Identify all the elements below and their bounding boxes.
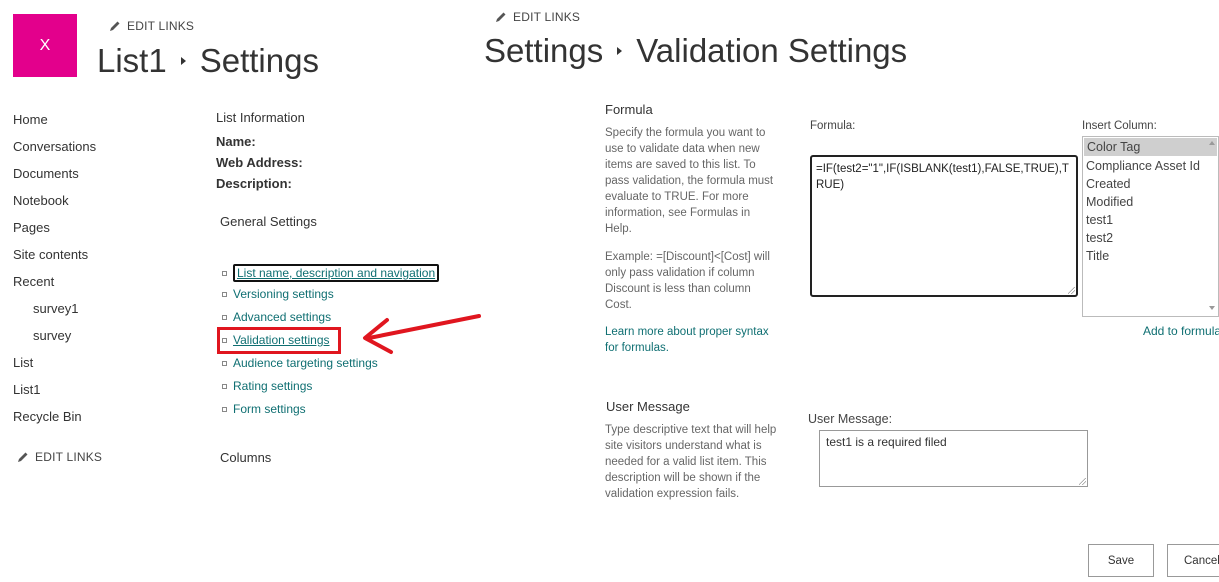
column-option-created[interactable]: Created (1083, 175, 1218, 193)
edit-links-nav[interactable]: EDIT LINKS (17, 450, 102, 464)
link-form-label[interactable]: Form settings (233, 402, 306, 416)
page-title-right: Settings Validation Settings (484, 32, 907, 70)
name-label: Name: (216, 134, 256, 149)
pencil-icon (496, 12, 506, 22)
user-message-field-label: User Message: (808, 412, 893, 426)
bullet-icon (222, 270, 227, 276)
column-option-color-tag[interactable]: Color Tag (1084, 138, 1217, 156)
user-message-description: Type descriptive text that will help sit… (605, 424, 777, 500)
column-option-compliance-asset-id[interactable]: Compliance Asset Id (1083, 157, 1218, 175)
page-title-left: List1 Settings (97, 42, 319, 80)
column-option-test2[interactable]: test2 (1083, 229, 1218, 247)
bullet-icon (222, 406, 227, 412)
edit-links-header-right[interactable]: EDIT LINKS (495, 10, 580, 24)
link-form-settings[interactable]: Form settings (222, 402, 306, 416)
edit-links-label: EDIT LINKS (513, 10, 581, 24)
site-logo[interactable]: X (13, 14, 77, 77)
nav-item-home[interactable]: Home (13, 112, 48, 127)
insert-column-list[interactable]: Color Tag Compliance Asset Id Created Mo… (1082, 136, 1219, 317)
link-audience-label[interactable]: Audience targeting settings (233, 356, 378, 370)
bullet-icon (222, 383, 227, 389)
scroll-up-icon[interactable] (1209, 141, 1215, 145)
formula-heading: Formula (605, 102, 653, 117)
nav-item-recent[interactable]: Recent (13, 274, 54, 289)
formula-input[interactable]: =IF(test2="1",IF(ISBLANK(test1),FALSE,TR… (810, 155, 1078, 297)
column-option-test1[interactable]: test1 (1083, 211, 1218, 229)
formula-example: Example: =[Discount]<[Cost] will only pa… (605, 251, 770, 311)
resize-grip-icon[interactable] (1079, 478, 1086, 485)
user-message-heading: User Message (606, 399, 690, 414)
nav-item-site-contents[interactable]: Site contents (13, 247, 88, 262)
description-label: Description: (216, 176, 292, 191)
nav-item-recycle-bin[interactable]: Recycle Bin (13, 409, 82, 424)
link-advanced-label[interactable]: Advanced settings (233, 310, 331, 324)
edit-links-label: EDIT LINKS (35, 450, 103, 464)
nav-item-survey1[interactable]: survey1 (33, 301, 79, 316)
nav-item-notebook[interactable]: Notebook (13, 193, 69, 208)
breadcrumb-arrow-icon (180, 57, 186, 65)
bullet-icon (222, 291, 227, 297)
page-title-list: List1 (97, 42, 167, 79)
nav-item-documents[interactable]: Documents (13, 166, 79, 181)
pencil-icon (110, 21, 120, 31)
add-to-formula-link[interactable]: Add to formula (1143, 323, 1219, 339)
cancel-button[interactable]: Cancel (1167, 544, 1219, 577)
link-advanced-settings[interactable]: Advanced settings (222, 310, 331, 324)
nav-item-list1[interactable]: List1 (13, 382, 40, 397)
column-option-title[interactable]: Title (1083, 247, 1218, 265)
columns-heading: Columns (220, 450, 272, 465)
link-rating-label[interactable]: Rating settings (233, 379, 312, 393)
user-message-input[interactable]: test1 is a required filed (819, 430, 1088, 487)
list-information-heading: List Information (216, 110, 305, 125)
page-title-validation: Validation Settings (636, 32, 908, 69)
link-list-name-description-navigation[interactable]: List name, description and navigation (222, 264, 440, 282)
validation-highlight-box (217, 327, 341, 354)
annotation-arrow-icon (363, 314, 481, 354)
nav-item-list[interactable]: List (13, 355, 33, 370)
link-versioning-settings[interactable]: Versioning settings (222, 287, 334, 301)
nav-item-conversations[interactable]: Conversations (13, 139, 96, 154)
nav-item-survey[interactable]: survey (33, 328, 71, 343)
scroll-down-icon[interactable] (1209, 306, 1215, 310)
save-button[interactable]: Save (1088, 544, 1154, 577)
bullet-icon (222, 314, 227, 320)
pencil-icon (18, 452, 28, 462)
link-audience-targeting-settings[interactable]: Audience targeting settings (222, 356, 378, 370)
formula-description: Specify the formula you want to use to v… (605, 127, 774, 235)
link-versioning-label[interactable]: Versioning settings (233, 287, 334, 301)
link-list-name-label[interactable]: List name, description and navigation (233, 264, 440, 282)
resize-grip-icon[interactable] (1068, 287, 1075, 294)
nav-item-pages[interactable]: Pages (13, 220, 50, 235)
formula-input-value: =IF(test2="1",IF(ISBLANK(test1),FALSE,TR… (816, 163, 1069, 191)
link-rating-settings[interactable]: Rating settings (222, 379, 312, 393)
bullet-icon (222, 360, 227, 366)
site-logo-letter: X (39, 36, 51, 54)
edit-links-label: EDIT LINKS (127, 19, 195, 33)
general-settings-heading: General Settings (220, 214, 317, 229)
page-title-settings-right: Settings (484, 32, 604, 69)
insert-column-label: Insert Column: (1082, 120, 1157, 132)
web-address-label: Web Address: (216, 155, 303, 170)
edit-links-header-left[interactable]: EDIT LINKS (109, 19, 194, 33)
formula-field-label: Formula: (810, 120, 856, 132)
page-title-settings: Settings (199, 42, 319, 79)
user-message-input-value: test1 is a required filed (826, 435, 947, 449)
breadcrumb-arrow-icon (617, 47, 623, 55)
column-option-modified[interactable]: Modified (1083, 193, 1218, 211)
learn-more-link[interactable]: Learn more about proper syntax for formu… (605, 324, 780, 356)
